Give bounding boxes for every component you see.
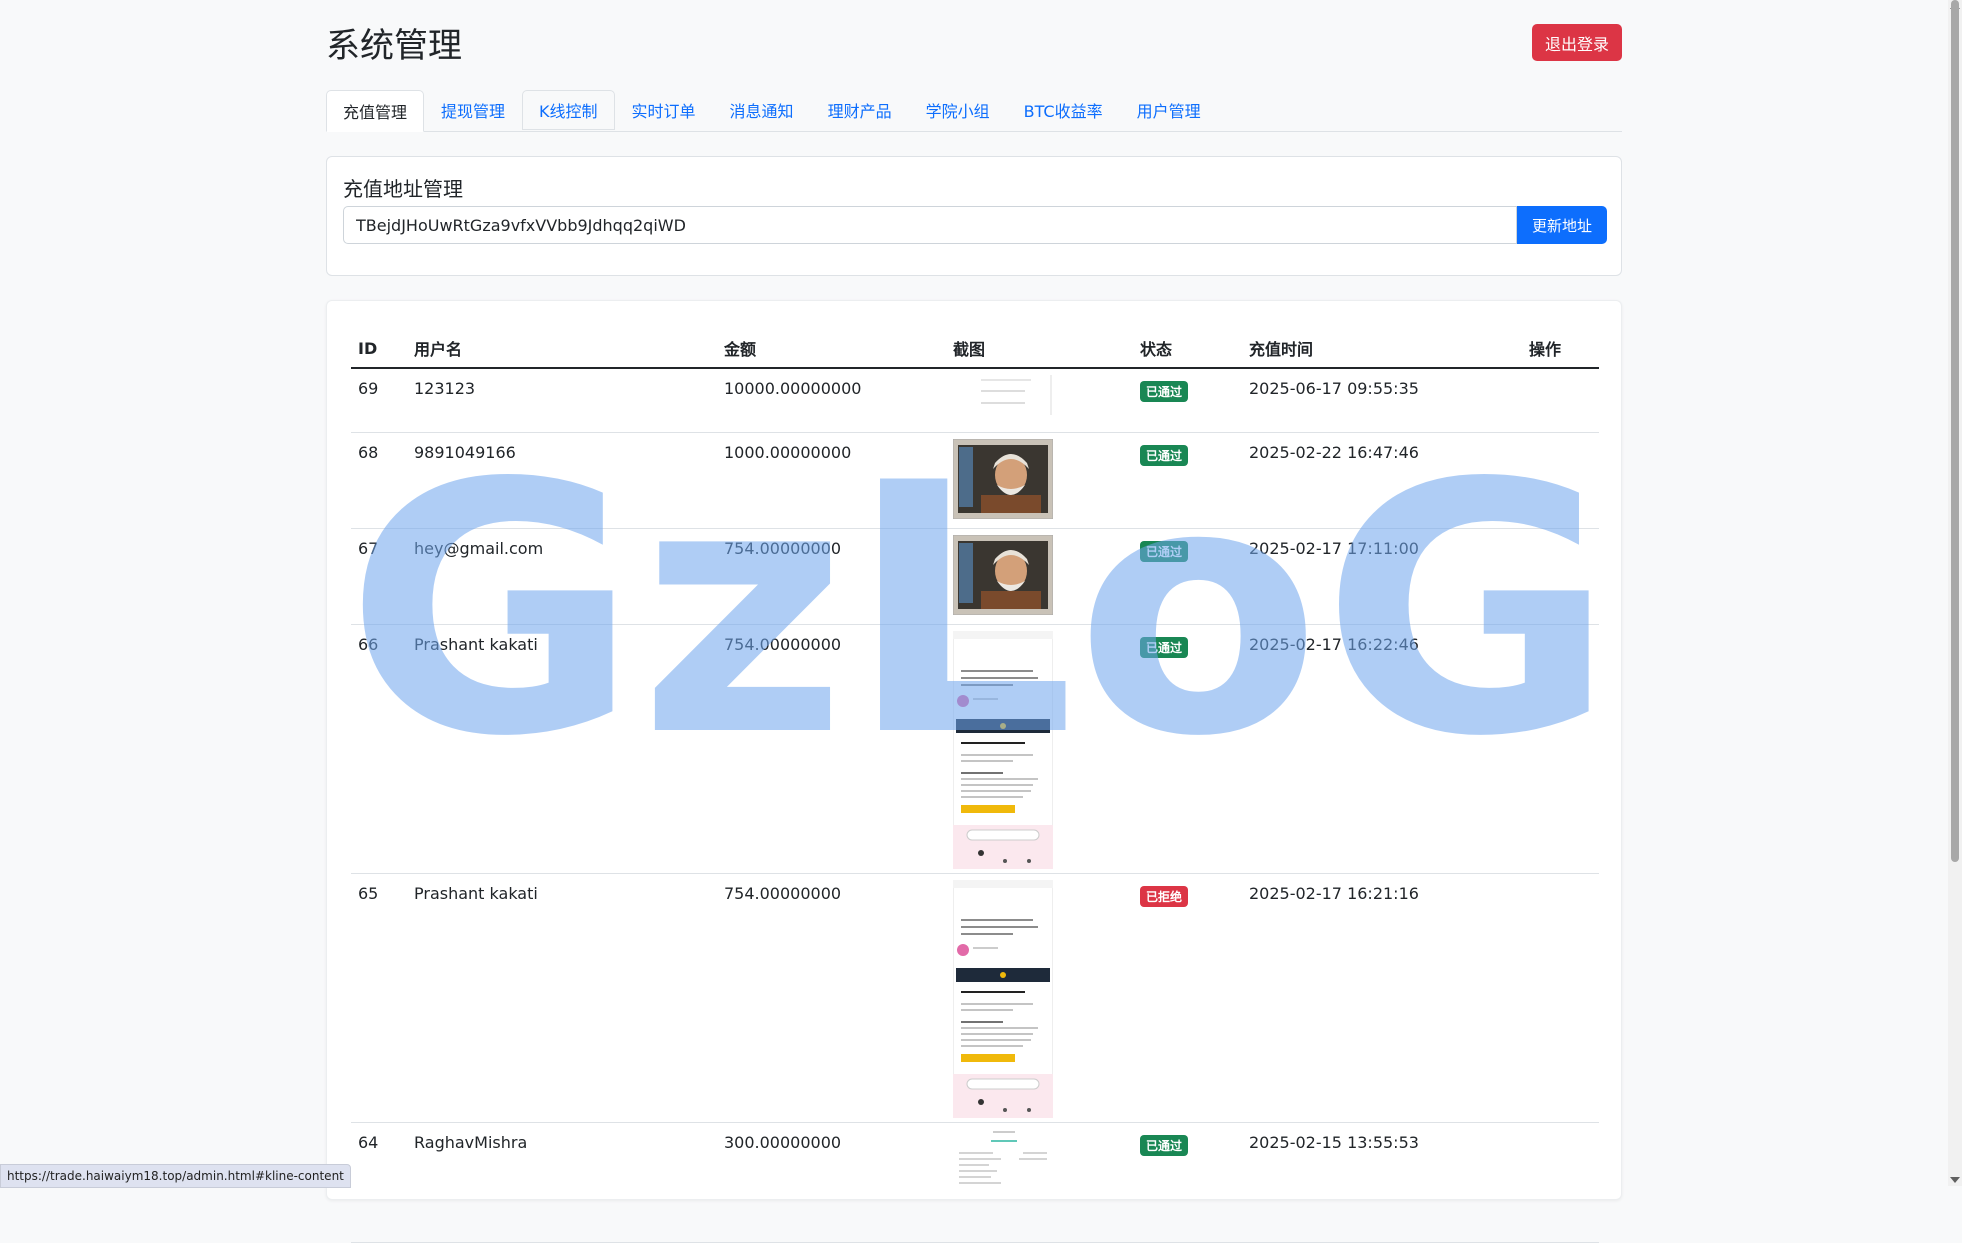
- cell-amount: 754.00000000: [717, 624, 946, 874]
- cell-status: 已通过: [1133, 1122, 1242, 1243]
- cell-status: 已通过: [1133, 432, 1242, 529]
- cell-screenshot: [946, 368, 1133, 433]
- cell-username: Prashant kakati: [407, 624, 717, 874]
- cell-amount: 754.00000000: [717, 528, 946, 625]
- screenshot-thumbnail[interactable]: [953, 879, 1053, 1122]
- logout-button[interactable]: 退出登录: [1532, 24, 1622, 61]
- cell-actions: [1522, 1122, 1599, 1243]
- cell-actions: [1522, 624, 1599, 874]
- status-badge: 已通过: [1140, 636, 1189, 658]
- scroll-down-arrow-icon[interactable]: [1950, 1177, 1960, 1183]
- screenshot-thumbnail[interactable]: [953, 438, 1053, 523]
- vertical-scrollbar[interactable]: [1948, 0, 1962, 1186]
- cell-screenshot: [946, 624, 1133, 874]
- cell-recharge-time: 2025-02-15 13:55:53: [1242, 1122, 1522, 1243]
- header-screenshot: 截图: [946, 329, 1133, 369]
- recharge-table: ID 用户名 金额 截图 状态 充值时间 操作 69 123123 10000.00…: [351, 329, 1599, 1243]
- cell-actions: [1522, 432, 1599, 529]
- status-badge: 已拒绝: [1140, 885, 1189, 907]
- cell-actions: [1522, 368, 1599, 433]
- header-username: 用户名: [407, 329, 717, 369]
- address-input[interactable]: [343, 206, 1517, 244]
- header-amount: 金额: [717, 329, 946, 369]
- cell-status: 已通过: [1133, 528, 1242, 625]
- cell-id: 69: [351, 368, 407, 433]
- table-header-row: ID 用户名 金额 截图 状态 充值时间 操作: [351, 329, 1599, 369]
- status-badge: 已通过: [1140, 540, 1189, 562]
- cell-username: hey@gmail.com: [407, 528, 717, 625]
- screenshot-thumbnail[interactable]: [953, 630, 1053, 873]
- cell-recharge-time: 2025-06-17 09:55:35: [1242, 368, 1522, 433]
- recharge-table-card: ID 用户名 金额 截图 状态 充值时间 操作 69 123123 10000.00…: [326, 300, 1622, 1243]
- cell-status: 已通过: [1133, 368, 1242, 433]
- cell-actions: [1522, 873, 1599, 1123]
- cell-amount: 10000.00000000: [717, 368, 946, 433]
- header-id: ID: [351, 329, 407, 369]
- table-row: 68 9891049166 1000.00000000 已通过 2025-02-22 1…: [351, 432, 1599, 529]
- tab-academy-groups[interactable]: 学院小组: [909, 90, 1007, 130]
- cell-username: 9891049166: [407, 432, 717, 529]
- screenshot-thumbnail[interactable]: [953, 534, 1053, 619]
- table-row: 66 Prashant kakati 754.00000000 已通过 2025-02-…: [351, 624, 1599, 874]
- cell-amount: 754.00000000: [717, 873, 946, 1123]
- cell-recharge-time: 2025-02-17 17:11:00: [1242, 528, 1522, 625]
- cell-recharge-time: 2025-02-22 16:47:46: [1242, 432, 1522, 529]
- cell-amount: 300.00000000: [717, 1122, 946, 1243]
- screenshot-thumbnail[interactable]: [953, 375, 1053, 419]
- status-badge: 已通过: [1140, 381, 1189, 402]
- table-row: 64 RaghavMishra 300.00000000 已通过 2025-02-15 …: [351, 1122, 1599, 1243]
- tab-notifications[interactable]: 消息通知: [713, 90, 811, 130]
- table-row: 69 123123 10000.00000000 已通过 2025-06-17 09:5…: [351, 368, 1599, 433]
- header-actions: 操作: [1522, 329, 1599, 369]
- tab-recharge[interactable]: 充值管理: [326, 90, 425, 132]
- cell-username: RaghavMishra: [407, 1122, 717, 1243]
- cell-recharge-time: 2025-02-17 16:21:16: [1242, 873, 1522, 1123]
- tab-btc-yield[interactable]: BTC收益率: [1007, 90, 1120, 130]
- cell-id: 65: [351, 873, 407, 1123]
- tab-realtime-orders[interactable]: 实时订单: [615, 90, 713, 130]
- cell-id: 64: [351, 1122, 407, 1243]
- cell-username: Prashant kakati: [407, 873, 717, 1123]
- tab-user-management[interactable]: 用户管理: [1120, 90, 1218, 130]
- tab-financial-products[interactable]: 理财产品: [811, 90, 909, 130]
- cell-actions: [1522, 528, 1599, 625]
- cell-screenshot: [946, 1122, 1133, 1243]
- cell-id: 67: [351, 528, 407, 625]
- header-status: 状态: [1133, 329, 1242, 369]
- table-row: 65 Prashant kakati 754.00000000 已拒绝 2025-02-…: [351, 873, 1599, 1123]
- status-badge: 已通过: [1140, 444, 1189, 466]
- screenshot-thumbnail[interactable]: [953, 1128, 1053, 1193]
- cell-username: 123123: [407, 368, 717, 433]
- header-recharge-time: 充值时间: [1242, 329, 1522, 369]
- status-bar-url: https://trade.haiwaiym18.top/admin.html#…: [0, 1164, 351, 1188]
- tab-withdraw[interactable]: 提现管理: [424, 90, 522, 130]
- address-card: 充值地址管理 更新地址: [326, 156, 1622, 276]
- cell-screenshot: [946, 873, 1133, 1123]
- cell-status: 已拒绝: [1133, 873, 1242, 1123]
- cell-status: 已通过: [1133, 624, 1242, 874]
- status-badge: 已通过: [1140, 1134, 1189, 1156]
- address-card-title: 充值地址管理: [343, 177, 463, 201]
- page-title: 系统管理: [326, 26, 462, 66]
- cell-amount: 1000.00000000: [717, 432, 946, 529]
- cell-id: 66: [351, 624, 407, 874]
- update-address-button[interactable]: 更新地址: [1517, 206, 1607, 244]
- tab-kline[interactable]: K线控制: [522, 90, 615, 130]
- scrollbar-thumb[interactable]: [1951, 0, 1959, 862]
- table-row: 67 hey@gmail.com 754.00000000 已通过 2025-02-17…: [351, 528, 1599, 625]
- cell-screenshot: [946, 432, 1133, 529]
- cell-screenshot: [946, 528, 1133, 625]
- cell-id: 68: [351, 432, 407, 529]
- nav-tabs: 充值管理 提现管理 K线控制 实时订单 消息通知 理财产品 学院小组 BTC收益…: [326, 90, 1622, 132]
- cell-recharge-time: 2025-02-17 16:22:46: [1242, 624, 1522, 874]
